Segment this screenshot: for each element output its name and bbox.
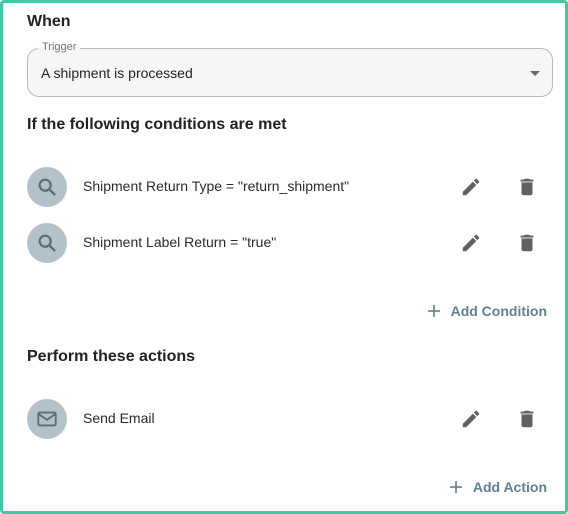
condition-text: Shipment Return Type = "return_shipment"	[83, 178, 350, 194]
condition-row: Shipment Label Return = "true"	[27, 223, 553, 263]
condition-avatar	[27, 167, 67, 207]
delete-action-button[interactable]	[513, 405, 541, 433]
add-condition-label: Add Condition	[450, 303, 547, 319]
trigger-label: Trigger	[38, 41, 81, 53]
trash-icon	[520, 410, 534, 428]
rule-editor-panel: When Trigger A shipment is processed If …	[0, 0, 568, 514]
search-icon	[38, 178, 56, 196]
edit-action-button[interactable]	[457, 405, 485, 433]
pencil-icon	[462, 410, 480, 428]
search-icon	[38, 234, 56, 252]
plus-icon	[427, 304, 441, 318]
actions-heading: Perform these actions	[27, 348, 196, 365]
conditions-heading: If the following conditions are met	[27, 116, 287, 133]
when-heading: When	[27, 13, 71, 30]
condition-row: Shipment Return Type = "return_shipment"	[27, 167, 553, 207]
add-condition-button[interactable]: Add Condition	[427, 303, 547, 319]
condition-avatar	[27, 223, 67, 263]
edit-condition-button[interactable]	[457, 229, 485, 257]
add-action-button[interactable]: Add Action	[449, 479, 547, 495]
trigger-select[interactable]: Trigger A shipment is processed	[27, 41, 553, 97]
plus-icon	[449, 480, 463, 494]
edit-condition-button[interactable]	[457, 173, 485, 201]
action-row: Send Email	[27, 399, 553, 439]
delete-condition-button[interactable]	[513, 229, 541, 257]
trash-icon	[520, 178, 534, 196]
pencil-icon	[462, 234, 480, 252]
mail-icon	[37, 411, 57, 427]
dropdown-arrow-icon[interactable]	[530, 71, 540, 76]
trash-icon	[520, 234, 534, 252]
add-action-label: Add Action	[472, 479, 547, 495]
trigger-value: A shipment is processed	[41, 65, 193, 81]
action-text: Send Email	[83, 410, 155, 426]
condition-text: Shipment Label Return = "true"	[83, 234, 277, 250]
delete-condition-button[interactable]	[513, 173, 541, 201]
action-avatar	[27, 399, 67, 439]
pencil-icon	[462, 178, 480, 196]
